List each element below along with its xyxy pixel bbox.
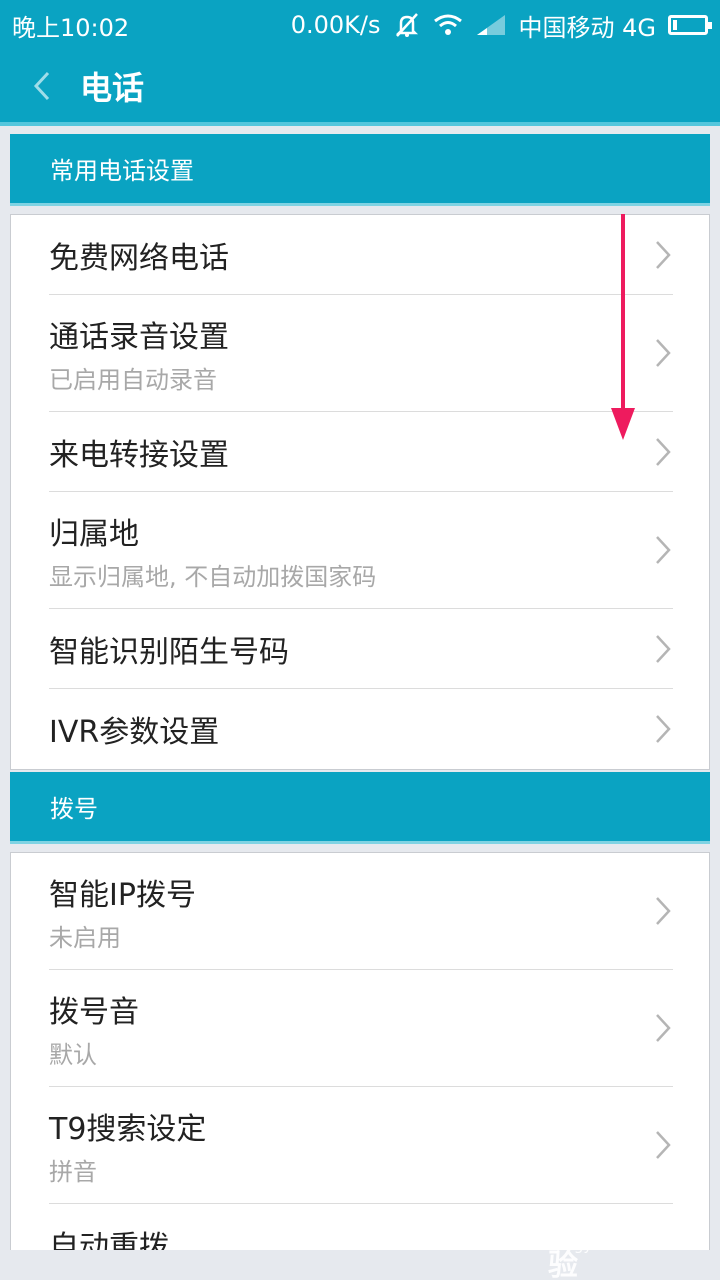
setting-subtitle: 已启用自动录音	[49, 365, 217, 394]
chevron-right-icon	[656, 634, 671, 663]
carrier-label: 中国移动 4G	[518, 13, 657, 42]
setting-subtitle: 默认	[49, 1040, 97, 1069]
app-bar: 电话	[0, 50, 720, 126]
setting-title: 智能IP拨号	[49, 877, 196, 913]
chevron-right-icon	[656, 897, 671, 925]
setting-subtitle: 拼音	[49, 1157, 97, 1186]
setting-title: 来电转接设置	[49, 437, 229, 473]
chevron-right-icon	[656, 1131, 671, 1159]
setting-row-free-call[interactable]: 免费网络电话	[49, 215, 673, 295]
chevron-right-icon	[656, 1014, 671, 1042]
status-time: 晚上10:02	[12, 13, 130, 42]
chevron-right-icon	[656, 240, 671, 269]
chevron-right-icon	[656, 339, 671, 367]
wifi-icon	[433, 13, 463, 37]
setting-title: 通话录音设置	[49, 319, 229, 355]
setting-row-dial-tone[interactable]: 拨号音 默认	[49, 970, 673, 1087]
setting-row-call-forwarding[interactable]: 来电转接设置	[49, 412, 673, 492]
status-bar: 晚上10:02 0.00K/s 中国移动 4G	[0, 0, 720, 50]
setting-title: 免费网络电话	[49, 240, 229, 276]
setting-title: 拨号音	[49, 994, 139, 1030]
setting-row-smart-ip[interactable]: 智能IP拨号 未启用	[49, 853, 673, 970]
setting-row-call-recording[interactable]: 通话录音设置 已启用自动录音	[49, 295, 673, 412]
network-speed: 0.00K/s	[290, 11, 381, 39]
battery-icon	[668, 15, 712, 35]
mute-icon	[393, 12, 421, 38]
setting-title: IVR参数设置	[49, 715, 220, 750]
setting-subtitle: 未启用	[49, 923, 121, 952]
signal-icon	[475, 13, 507, 37]
annotation-arrow-icon	[611, 214, 635, 440]
chevron-right-icon	[656, 437, 671, 466]
section-header-dialing: 拨号	[10, 772, 710, 844]
setting-subtitle: 显示归属地, 不自动加拨国家码	[49, 562, 377, 591]
watermark-logo: Bai du 经验 jingyan.baidu.com	[548, 1196, 708, 1280]
setting-row-location[interactable]: 归属地 显示归属地, 不自动加拨国家码	[49, 492, 673, 609]
settings-card-common: 免费网络电话 通话录音设置 已启用自动录音 来电转接设置 归属地 显示归属地, …	[10, 214, 710, 770]
setting-title: 归属地	[49, 516, 139, 552]
setting-row-t9-search[interactable]: T9搜索设定 拼音	[49, 1087, 673, 1204]
settings-card-dialing: 智能IP拨号 未启用 拨号音 默认 T9搜索设定 拼音 自动重拨	[10, 852, 710, 1252]
chevron-left-icon[interactable]	[12, 48, 72, 124]
chevron-right-icon	[656, 536, 671, 564]
setting-row-smart-identify[interactable]: 智能识别陌生号码	[49, 609, 673, 689]
chevron-right-icon	[656, 715, 671, 743]
watermark-url: jingyan.baidu.com	[556, 1236, 695, 1254]
setting-title: 智能识别陌生号码	[49, 634, 289, 670]
setting-row-ivr[interactable]: IVR参数设置	[49, 689, 673, 769]
section-header-common: 常用电话设置	[10, 134, 710, 206]
page-title: 电话	[80, 69, 145, 107]
status-right: 0.00K/s 中国移动 4G	[290, 8, 712, 43]
setting-title: T9搜索设定	[49, 1111, 207, 1147]
